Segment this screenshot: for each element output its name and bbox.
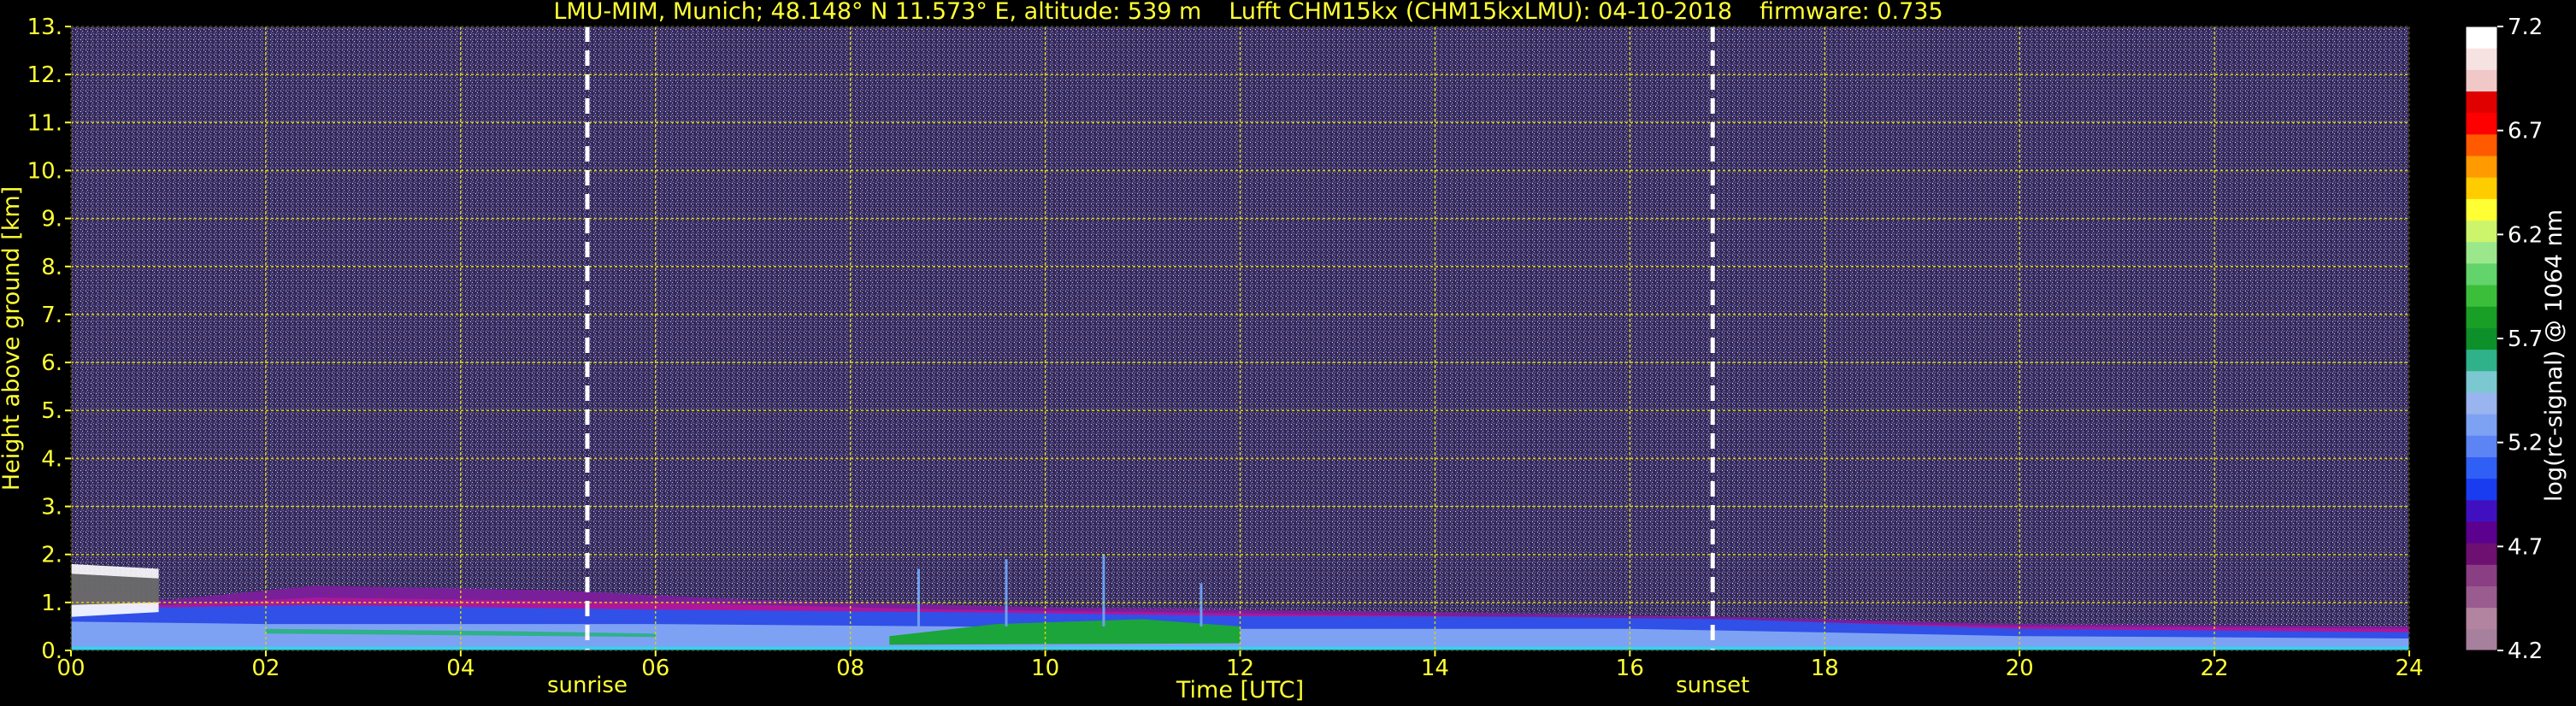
colorbar-swatch xyxy=(2466,133,2497,156)
x-tick-label: 04 xyxy=(446,656,475,681)
y-tick-label: 11. xyxy=(27,110,62,136)
x-tick-label: 18 xyxy=(1811,656,1839,681)
ceilometer-chart: sunrise sunset 00 02 04 06 08 10 12 14 16 18 20 22 24… xyxy=(0,15,2567,703)
y-tick-label: 1. xyxy=(41,591,62,616)
y-axis-label: Height above ground [km] xyxy=(0,186,25,491)
y-tick-label: 8. xyxy=(41,255,62,280)
x-tick-label: 24 xyxy=(2395,656,2423,681)
x-tick-label: 20 xyxy=(2006,656,2034,681)
colorbar-swatch xyxy=(2466,456,2497,479)
colorbar-swatch xyxy=(2466,628,2497,651)
x-tick-label: 02 xyxy=(251,656,280,681)
colorbar-swatch xyxy=(2466,543,2497,565)
colorbar-swatch xyxy=(2466,177,2497,199)
sunrise-label: sunrise xyxy=(547,673,628,698)
colorbar-tick-label: 7.2 xyxy=(2508,15,2543,40)
colorbar-swatch xyxy=(2466,306,2497,328)
colorbar-tick-label: 5.7 xyxy=(2508,327,2543,352)
x-tick-label: 16 xyxy=(1616,656,1644,681)
colorbar-swatch xyxy=(2466,198,2497,221)
colorbar-swatch xyxy=(2466,564,2497,586)
y-tick-label: 7. xyxy=(41,303,62,328)
colorbar-swatch xyxy=(2466,241,2497,264)
y-tick-label: 4. xyxy=(41,446,62,472)
y-tick-label: 12. xyxy=(27,62,62,88)
y-tick-label: 0. xyxy=(41,638,62,664)
y-tick-label: 9. xyxy=(41,207,62,232)
colorbar-swatch xyxy=(2466,499,2497,522)
y-tick-label: 3. xyxy=(41,495,62,521)
colorbar-swatch xyxy=(2466,370,2497,393)
colorbar-tick-label: 6.2 xyxy=(2508,222,2543,248)
colorbar-swatch xyxy=(2466,262,2497,285)
colorbar-swatch xyxy=(2466,585,2497,609)
y-tick-label: 5. xyxy=(41,398,62,424)
colorbar-tick-label: 4.2 xyxy=(2508,638,2543,664)
colorbar-swatch xyxy=(2466,112,2497,135)
x-tick-label: 22 xyxy=(2201,656,2229,681)
colorbar-swatch xyxy=(2466,285,2497,307)
colorbar-swatch xyxy=(2466,327,2497,350)
x-tick-label: 06 xyxy=(641,656,669,681)
sunset-label: sunset xyxy=(1676,673,1749,698)
colorbar-tick-label: 6.7 xyxy=(2508,119,2543,144)
colorbar-swatch xyxy=(2466,478,2497,501)
colorbar: 4.2 4.7 5.2 5.7 6.2 6.7 7.2 log(rc-signal) @ 10… xyxy=(2465,15,2567,664)
colorbar-swatch xyxy=(2466,391,2497,415)
x-tick-label: 14 xyxy=(1421,656,1449,681)
y-tick-label: 2. xyxy=(41,543,62,568)
x-tick-label: 08 xyxy=(836,656,864,681)
y-tick-label: 6. xyxy=(41,350,62,376)
y-tick-label: 10. xyxy=(27,158,62,184)
colorbar-swatch xyxy=(2466,91,2497,114)
colorbar-swatch xyxy=(2466,414,2497,436)
colorbar-swatch xyxy=(2466,435,2497,457)
colorbar-tick-label: 5.2 xyxy=(2508,431,2543,456)
colorbar-swatch xyxy=(2466,607,2497,630)
colorbar-swatch xyxy=(2466,156,2497,178)
colorbar-swatch xyxy=(2466,220,2497,243)
colorbar-swatch xyxy=(2466,48,2497,70)
early-cloud-core xyxy=(71,574,159,605)
colorbar-label: log(rc-signal) @ 1064 nm xyxy=(2541,209,2567,502)
colorbar-swatch xyxy=(2466,521,2497,544)
colorbar-swatch xyxy=(2466,69,2497,92)
colorbar-tick-label: 4.7 xyxy=(2508,534,2543,560)
x-tick-label: 10 xyxy=(1031,656,1059,681)
colorbar-swatch xyxy=(2466,26,2497,49)
y-tick-label: 13. xyxy=(27,15,62,40)
colorbar-swatch xyxy=(2466,349,2497,372)
x-axis-label: Time [UTC] xyxy=(1176,677,1304,703)
